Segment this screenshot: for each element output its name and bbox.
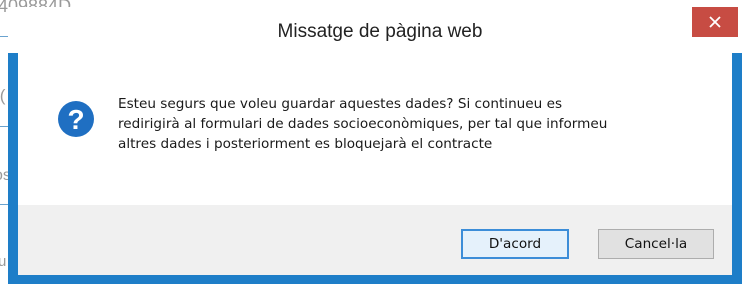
message-line: redirigirà al formulari de dades socioec…: [118, 116, 608, 132]
background-text: l(: [0, 86, 6, 105]
cancel-button[interactable]: Cancel·la: [598, 229, 714, 259]
message-line: altres dades i posteriorment es bloqueja…: [118, 136, 493, 152]
message-dialog: Missatge de pàgina web ? Esteu segurs qu…: [8, 7, 742, 284]
close-icon: [709, 16, 721, 28]
dialog-body: ? Esteu segurs que voleu guardar aqueste…: [18, 53, 732, 205]
question-mark-glyph: ?: [67, 103, 85, 135]
dialog-title: Missatge de pàgina web: [277, 21, 483, 42]
dialog-border-bottom: [18, 275, 732, 284]
dialog-message: Esteu segurs que voleu guardar aquestes …: [118, 94, 718, 154]
dialog-footer: D'acord Cancel·la: [18, 205, 732, 275]
dialog-titlebar[interactable]: Missatge de pàgina web: [8, 7, 742, 53]
question-icon: ?: [58, 101, 94, 137]
background-text: u: [0, 253, 7, 270]
ok-button[interactable]: D'acord: [461, 229, 569, 259]
close-button[interactable]: [692, 7, 738, 37]
message-line: Esteu segurs que voleu guardar aquestes …: [118, 96, 563, 112]
screen: 409884D l( os u Missatge de pàgina web ?…: [0, 0, 742, 284]
